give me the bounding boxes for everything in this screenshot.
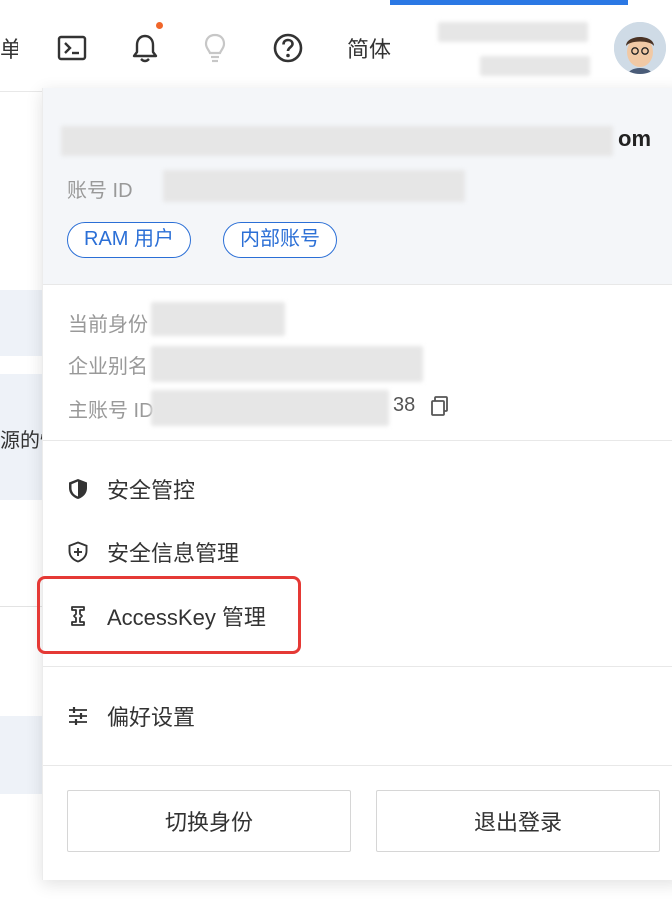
background-text: 源的性 — [0, 430, 42, 452]
menu-item-accesskey[interactable]: AccessKey 管理 — [43, 591, 672, 641]
language-switch[interactable]: 简体 — [344, 30, 394, 66]
menu-item-security-info[interactable]: 安全信息管理 — [43, 527, 672, 577]
copy-icon[interactable] — [431, 396, 449, 416]
menu-item-label: AccessKey 管理 — [107, 605, 266, 630]
shield-plus-icon — [67, 541, 89, 563]
divider — [43, 666, 672, 667]
main-account-id-suffix: 38 — [393, 394, 416, 416]
menu-item-preferences[interactable]: 偏好设置 — [43, 691, 672, 741]
account-dropdown-panel: om 账号 ID RAM 用户 内部账号 当前身份 企业别名 主账号 ID 38… — [42, 88, 672, 880]
redacted-enterprise-alias — [151, 346, 423, 382]
redacted-main-account-id — [151, 390, 389, 426]
help-icon[interactable] — [270, 30, 306, 66]
redacted-account-email — [61, 126, 613, 156]
divider — [43, 284, 672, 285]
redacted-current-identity — [151, 302, 285, 336]
language-label: 简体 — [346, 37, 391, 62]
current-identity-label: 当前身份 — [68, 314, 148, 336]
menu-tab-label: 单 — [0, 37, 18, 62]
sliders-icon — [67, 705, 89, 727]
enterprise-alias-label: 企业别名 — [68, 356, 148, 378]
main-account-id-label: 主账号 ID — [68, 400, 154, 422]
lightbulb-icon[interactable] — [200, 30, 230, 66]
background-row — [0, 290, 42, 356]
redacted-account-info — [480, 56, 590, 76]
logout-button[interactable]: 退出登录 — [376, 790, 660, 852]
terminal-icon[interactable] — [54, 30, 90, 66]
divider — [43, 440, 672, 441]
divider — [43, 765, 672, 766]
menu-item-security-control[interactable]: 安全管控 — [43, 464, 672, 514]
active-indicator — [390, 0, 628, 5]
menu-item-label: 安全管控 — [107, 478, 196, 503]
bell-icon[interactable] — [128, 30, 162, 66]
account-header: om 账号 ID RAM 用户 内部账号 — [43, 88, 672, 284]
avatar[interactable] — [614, 22, 666, 74]
notification-dot — [156, 22, 163, 29]
tag-internal-account: 内部账号 — [223, 222, 337, 258]
background-divider — [0, 606, 42, 607]
tag-ram-user: RAM 用户 — [67, 222, 191, 258]
background-row — [0, 716, 42, 794]
switch-identity-button[interactable]: 切换身份 — [67, 790, 351, 852]
menu-item-label: 安全信息管理 — [107, 541, 240, 566]
shield-filled-icon — [67, 478, 89, 500]
redacted-account-id — [163, 170, 465, 202]
account-email-suffix: om — [618, 126, 651, 151]
menu-item-label: 偏好设置 — [107, 705, 196, 730]
key-icon — [67, 605, 89, 627]
redacted-account-name — [438, 22, 588, 42]
account-id-label: 账号 ID — [67, 180, 133, 202]
top-navigation-bar: 单 简体 — [0, 0, 672, 92]
menu-tab-partial[interactable]: 单 — [0, 30, 18, 66]
